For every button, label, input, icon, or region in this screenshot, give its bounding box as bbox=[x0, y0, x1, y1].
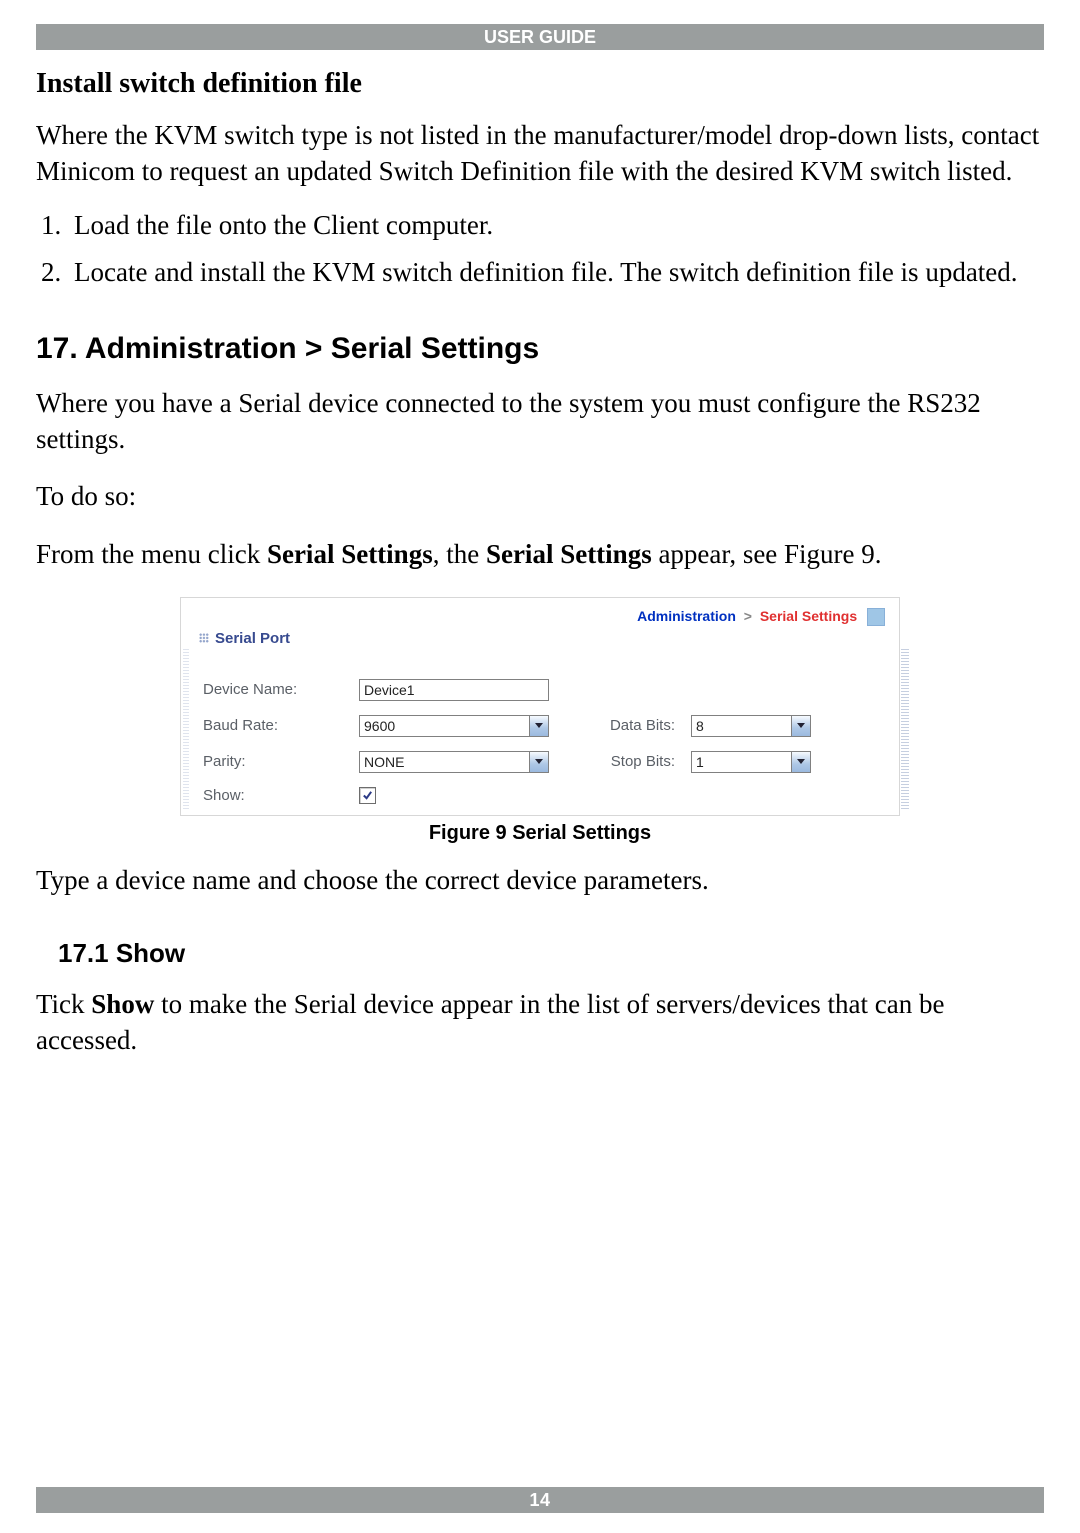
breadcrumb-status-icon bbox=[867, 608, 885, 626]
para-from-menu-prefix: From the menu click bbox=[36, 539, 267, 569]
breadcrumb: Administration > Serial Settings bbox=[199, 606, 885, 630]
chevron-down-icon bbox=[535, 759, 543, 764]
bold-show: Show bbox=[91, 989, 154, 1019]
heading-section-17: 17. Administration > Serial Settings bbox=[36, 332, 1044, 366]
chevron-down-icon bbox=[797, 759, 805, 764]
doc-header-band: USER GUIDE bbox=[36, 24, 1044, 50]
doc-footer-band: 14 bbox=[36, 1487, 1044, 1513]
parity-value: NONE bbox=[360, 752, 529, 772]
label-data-bits: Data Bits: bbox=[565, 717, 675, 734]
show-checkbox[interactable] bbox=[359, 787, 376, 804]
step-2: Locate and install the KVM switch defini… bbox=[68, 254, 1044, 290]
chevron-down-icon bbox=[535, 723, 543, 728]
bold-serial-settings-1: Serial Settings bbox=[267, 539, 433, 569]
panel-scroll-hint-right bbox=[901, 648, 909, 809]
panel-title-text: Serial Port bbox=[215, 630, 290, 647]
parity-dropdown-button[interactable] bbox=[529, 752, 548, 772]
breadcrumb-admin[interactable]: Administration bbox=[637, 608, 736, 624]
step-1: Load the file onto the Client computer. bbox=[68, 207, 1044, 243]
para-17-1-prefix: Tick bbox=[36, 989, 91, 1019]
breadcrumb-separator: > bbox=[744, 608, 752, 624]
para-type-device: Type a device name and choose the correc… bbox=[36, 863, 1044, 899]
breadcrumb-serial-settings[interactable]: Serial Settings bbox=[760, 608, 857, 624]
para-from-menu-suffix: appear, see Figure 9. bbox=[652, 539, 882, 569]
para-install-switch-def: Where the KVM switch type is not listed … bbox=[36, 118, 1044, 189]
stop-bits-dropdown-button[interactable] bbox=[791, 752, 810, 772]
label-device-name: Device Name: bbox=[203, 681, 343, 698]
data-bits-select[interactable]: 8 bbox=[691, 715, 811, 737]
panel-title-icon bbox=[199, 633, 209, 643]
baud-rate-select[interactable]: 9600 bbox=[359, 715, 549, 737]
figure-9-caption: Figure 9 Serial Settings bbox=[180, 822, 900, 845]
checkmark-icon bbox=[362, 790, 373, 801]
bold-serial-settings-2: Serial Settings bbox=[486, 539, 652, 569]
baud-rate-dropdown-button[interactable] bbox=[529, 716, 548, 736]
panel-scroll-hint-left bbox=[183, 648, 189, 809]
heading-install-switch-def: Install switch definition file bbox=[36, 68, 1044, 100]
serial-form: Device Name: Baud Rate: 9600 Data Bits: … bbox=[199, 659, 885, 805]
label-parity: Parity: bbox=[203, 753, 343, 770]
para-from-menu-mid: , the bbox=[433, 539, 486, 569]
data-bits-value: 8 bbox=[692, 716, 791, 736]
figure-9-container: Administration > Serial Settings Serial … bbox=[180, 597, 900, 855]
label-baud-rate: Baud Rate: bbox=[203, 717, 343, 734]
label-show: Show: bbox=[203, 787, 343, 804]
doc-header-text: USER GUIDE bbox=[484, 27, 596, 47]
para-section-17-intro: Where you have a Serial device connected… bbox=[36, 386, 1044, 457]
heading-17-1: 17.1 Show bbox=[58, 938, 1044, 969]
para-17-1-suffix: to make the Serial device appear in the … bbox=[36, 989, 945, 1055]
page-number: 14 bbox=[529, 1490, 550, 1510]
ordered-steps-install: Load the file onto the Client computer. … bbox=[36, 207, 1044, 300]
para-17-1: Tick Show to make the Serial device appe… bbox=[36, 987, 1044, 1058]
panel-title: Serial Port bbox=[199, 630, 885, 647]
serial-settings-panel: Administration > Serial Settings Serial … bbox=[180, 597, 900, 816]
para-from-menu: From the menu click Serial Settings, the… bbox=[36, 537, 1044, 573]
chevron-down-icon bbox=[797, 723, 805, 728]
parity-select[interactable]: NONE bbox=[359, 751, 549, 773]
data-bits-dropdown-button[interactable] bbox=[791, 716, 810, 736]
para-to-do-so: To do so: bbox=[36, 479, 1044, 515]
stop-bits-select[interactable]: 1 bbox=[691, 751, 811, 773]
stop-bits-value: 1 bbox=[692, 752, 791, 772]
device-name-input[interactable] bbox=[359, 679, 549, 701]
label-stop-bits: Stop Bits: bbox=[565, 753, 675, 770]
baud-rate-value: 9600 bbox=[360, 716, 529, 736]
